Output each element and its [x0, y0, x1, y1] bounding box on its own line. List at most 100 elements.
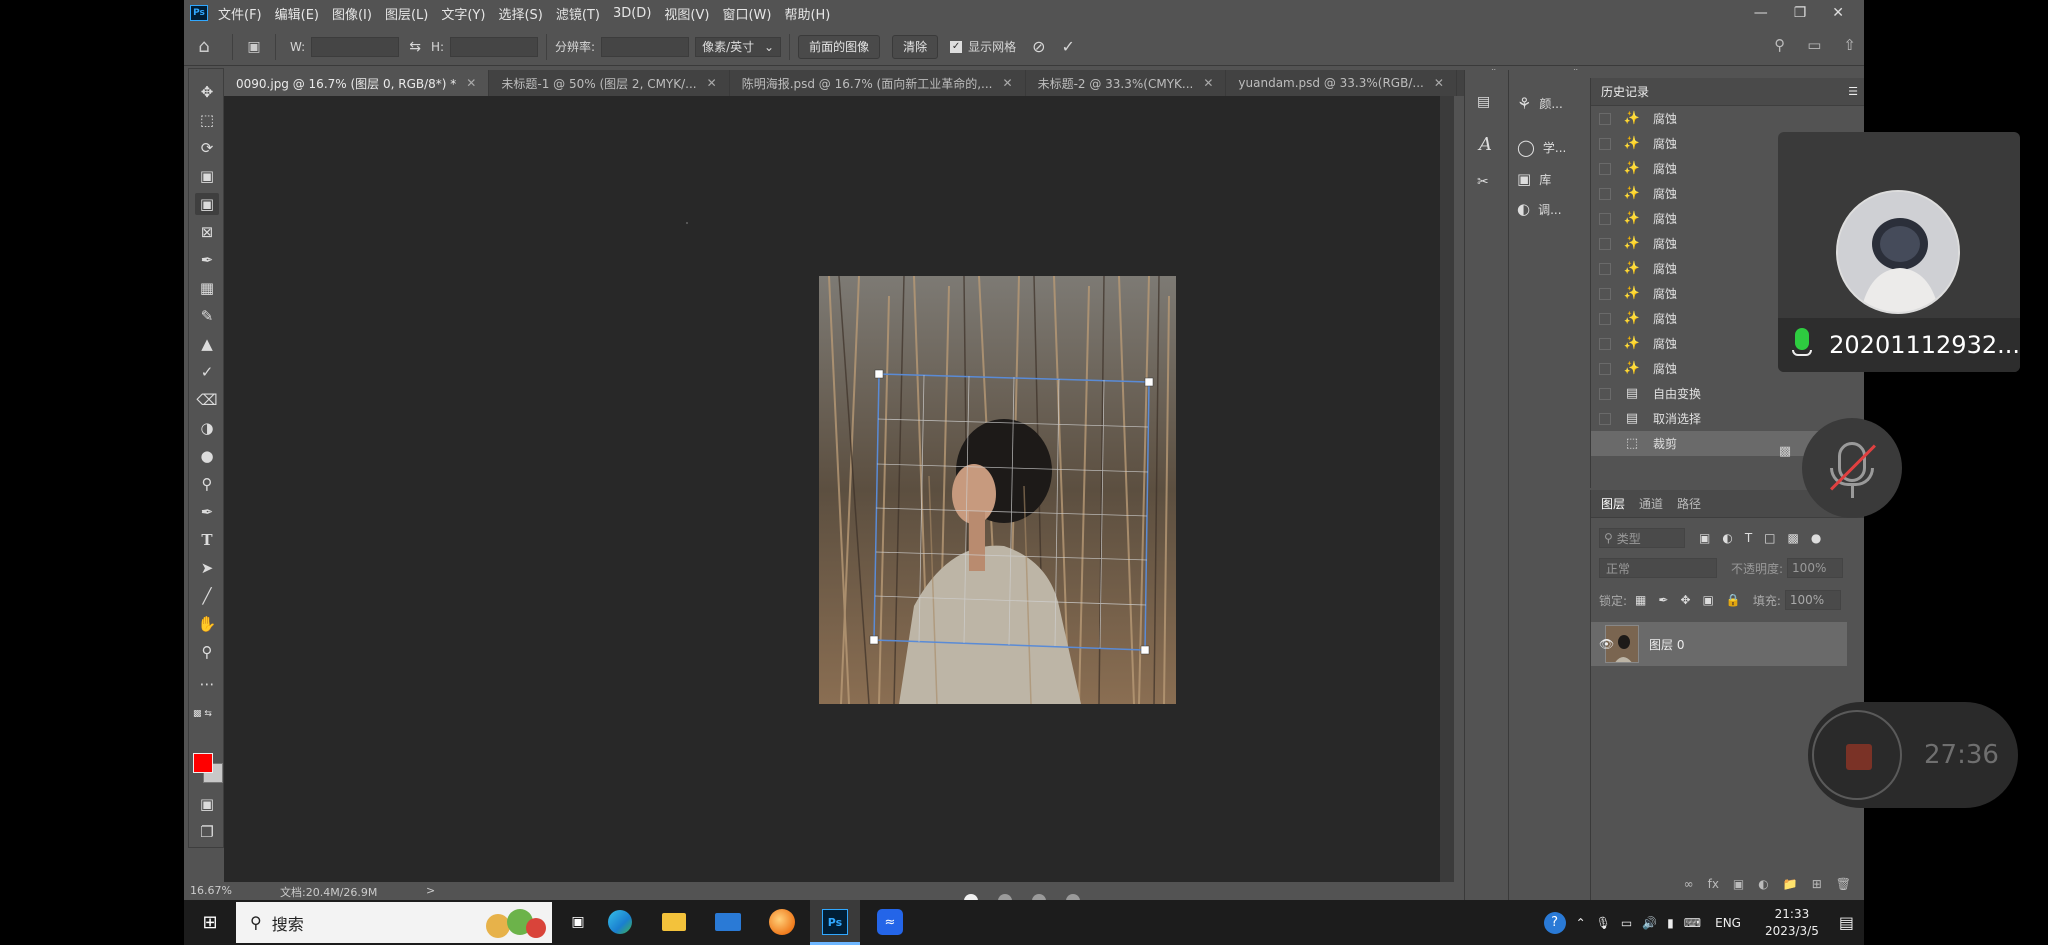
history-item[interactable]: ▤ 自由变换: [1591, 381, 1851, 406]
task-view-icon[interactable]: ▣: [564, 908, 592, 936]
add-mask-icon[interactable]: ▣: [1733, 877, 1744, 891]
tab-document-2[interactable]: 未标题-1 @ 50% (图层 2, CMYK/... ✕: [489, 70, 730, 96]
meeting-app-icon[interactable]: ≈: [876, 908, 904, 936]
windows-start-icon[interactable]: ⊞: [196, 908, 224, 936]
menu-type[interactable]: 文字(Y): [441, 4, 485, 23]
tab-document-4[interactable]: 未标题-2 @ 33.3%(CMYK... ✕: [1026, 70, 1227, 96]
clear-button[interactable]: 清除: [892, 34, 939, 59]
character-panel-icon[interactable]: A: [1479, 134, 1492, 155]
share-icon[interactable]: ⇧: [1843, 36, 1856, 54]
fill-input[interactable]: 100%: [1784, 590, 1841, 610]
menu-edit[interactable]: 编辑(E): [275, 4, 319, 23]
history-source-checkbox[interactable]: [1599, 137, 1611, 150]
quick-select-tool-icon[interactable]: ▣: [195, 165, 219, 187]
clock[interactable]: 21:33 2023/3/5: [1765, 906, 1819, 940]
lasso-tool-icon[interactable]: ⟳: [195, 137, 219, 159]
history-source-checkbox[interactable]: [1599, 337, 1611, 350]
library-panel-button[interactable]: ▣ 库: [1517, 170, 1551, 188]
microphone-icon[interactable]: 🎙: [1596, 916, 1611, 930]
lock-all-icon[interactable]: 🔒: [1726, 593, 1741, 607]
history-source-checkbox[interactable]: [1599, 312, 1611, 325]
healing-brush-tool-icon[interactable]: ▦: [195, 277, 219, 299]
filter-type-icon[interactable]: T: [1745, 531, 1752, 545]
language-indicator[interactable]: ENG: [1715, 916, 1741, 930]
new-layer-icon[interactable]: ⊞: [1812, 877, 1822, 891]
new-document-from-state-icon[interactable]: ▩: [1779, 444, 1791, 459]
search-icon[interactable]: ⚲: [1774, 36, 1785, 54]
tab-document-5[interactable]: yuandam.psd @ 33.3%(RGB/... ✕: [1226, 70, 1457, 96]
more-tools-icon[interactable]: ⋯: [195, 673, 219, 695]
lock-position-icon[interactable]: ✥: [1680, 593, 1690, 607]
menu-file[interactable]: 文件(F): [218, 4, 262, 23]
notification-icon[interactable]: ▤: [1839, 913, 1854, 932]
learn-panel-button[interactable]: ◯ 学...: [1517, 138, 1566, 157]
menu-layer[interactable]: 图层(L): [385, 4, 428, 23]
crop-tool-icon[interactable]: ▣: [195, 193, 219, 215]
close-tab-icon[interactable]: ✕: [1203, 76, 1213, 90]
quick-mask-icon[interactable]: ▣: [195, 793, 219, 815]
layer-style-fx-icon[interactable]: fx: [1708, 877, 1719, 891]
close-tab-icon[interactable]: ✕: [1003, 76, 1013, 90]
menu-select[interactable]: 选择(S): [498, 4, 542, 23]
history-source-checkbox[interactable]: [1599, 387, 1611, 400]
history-source-checkbox[interactable]: [1599, 362, 1611, 375]
history-brush-tool-icon[interactable]: ✓: [195, 361, 219, 383]
eyedropper-tool-icon[interactable]: ✒: [195, 249, 219, 271]
menu-image[interactable]: 图像(I): [332, 4, 372, 23]
history-item[interactable]: ▤ 取消选择: [1591, 406, 1851, 431]
screen-mode-icon[interactable]: ❐: [195, 821, 219, 843]
crop-tool-preset-icon[interactable]: ▣: [241, 39, 267, 55]
history-source-checkbox[interactable]: [1599, 262, 1611, 275]
network-icon[interactable]: ▭: [1621, 916, 1632, 930]
delete-layer-icon[interactable]: 🗑: [1836, 877, 1851, 891]
zoom-tool-icon[interactable]: ⚲: [195, 641, 219, 663]
file-explorer-icon[interactable]: [660, 908, 688, 936]
marquee-tool-icon[interactable]: ⬚: [195, 109, 219, 131]
filter-shape-icon[interactable]: □: [1764, 531, 1775, 545]
brush-tool-icon[interactable]: ✎: [195, 305, 219, 327]
resolution-input[interactable]: [601, 36, 690, 57]
help-icon[interactable]: ?: [1543, 911, 1566, 934]
foreground-color-swatch[interactable]: [193, 753, 213, 773]
type-tool-icon[interactable]: T: [195, 529, 219, 551]
eraser-tool-icon[interactable]: ⌫: [195, 389, 219, 411]
swap-colors-icon[interactable]: ▩ ⇆: [193, 709, 221, 723]
call-participant-card[interactable]: 20201112932...: [1778, 132, 2020, 372]
tab-document-1[interactable]: 0090.jpg @ 16.7% (图层 0, RGB/8*) * ✕: [224, 70, 490, 96]
keyboard-icon[interactable]: ⌨: [1684, 916, 1701, 930]
history-source-checkbox[interactable]: [1599, 412, 1611, 425]
mail-icon[interactable]: [714, 908, 742, 936]
lock-transparent-icon[interactable]: ▦: [1635, 593, 1646, 607]
filter-adjustment-icon[interactable]: ◐: [1722, 531, 1732, 545]
path-select-tool-icon[interactable]: ➤: [195, 557, 219, 579]
color-panel-button[interactable]: ⚘ 颜...: [1517, 94, 1563, 113]
lock-artboard-icon[interactable]: ▣: [1703, 593, 1714, 607]
close-icon[interactable]: ✕: [1832, 5, 1844, 21]
document-image[interactable]: [819, 276, 1176, 704]
history-source-checkbox[interactable]: [1599, 112, 1611, 125]
transform-bounding-box[interactable]: [819, 276, 1176, 704]
status-menu-arrow[interactable]: >: [426, 884, 435, 897]
tab-document-3[interactable]: 陈明海报.psd @ 16.7% (面向新工业革命的,... ✕: [730, 70, 1026, 96]
vertical-scrollbar[interactable]: [1440, 96, 1454, 882]
chevron-up-icon[interactable]: ⌃: [1576, 916, 1586, 930]
height-input[interactable]: [450, 36, 539, 57]
volume-icon[interactable]: 🔊: [1642, 916, 1657, 930]
link-layers-icon[interactable]: ∞: [1684, 877, 1694, 891]
stamp-tool-icon[interactable]: ▲: [195, 333, 219, 355]
menu-help[interactable]: 帮助(H): [784, 4, 830, 23]
history-source-checkbox[interactable]: [1599, 162, 1611, 175]
menu-3d[interactable]: 3D(D): [613, 6, 651, 21]
show-grid-checkbox[interactable]: ✓ 显示网格: [950, 38, 1016, 55]
tab-layers[interactable]: 图层: [1601, 495, 1625, 512]
restore-icon[interactable]: ❐: [1794, 5, 1807, 21]
home-icon[interactable]: ⌂: [184, 36, 224, 57]
mute-toggle-button[interactable]: [1802, 418, 1902, 518]
layer-filter-select[interactable]: ⚲ 类型: [1599, 528, 1685, 548]
history-source-checkbox[interactable]: [1599, 237, 1611, 250]
history-source-checkbox[interactable]: [1599, 212, 1611, 225]
taskbar-search[interactable]: ⚲ 搜索: [236, 902, 552, 943]
new-group-icon[interactable]: 📁: [1783, 877, 1798, 891]
tab-paths[interactable]: 路径: [1677, 495, 1701, 512]
history-item[interactable]: ✨ 腐蚀: [1591, 106, 1851, 131]
